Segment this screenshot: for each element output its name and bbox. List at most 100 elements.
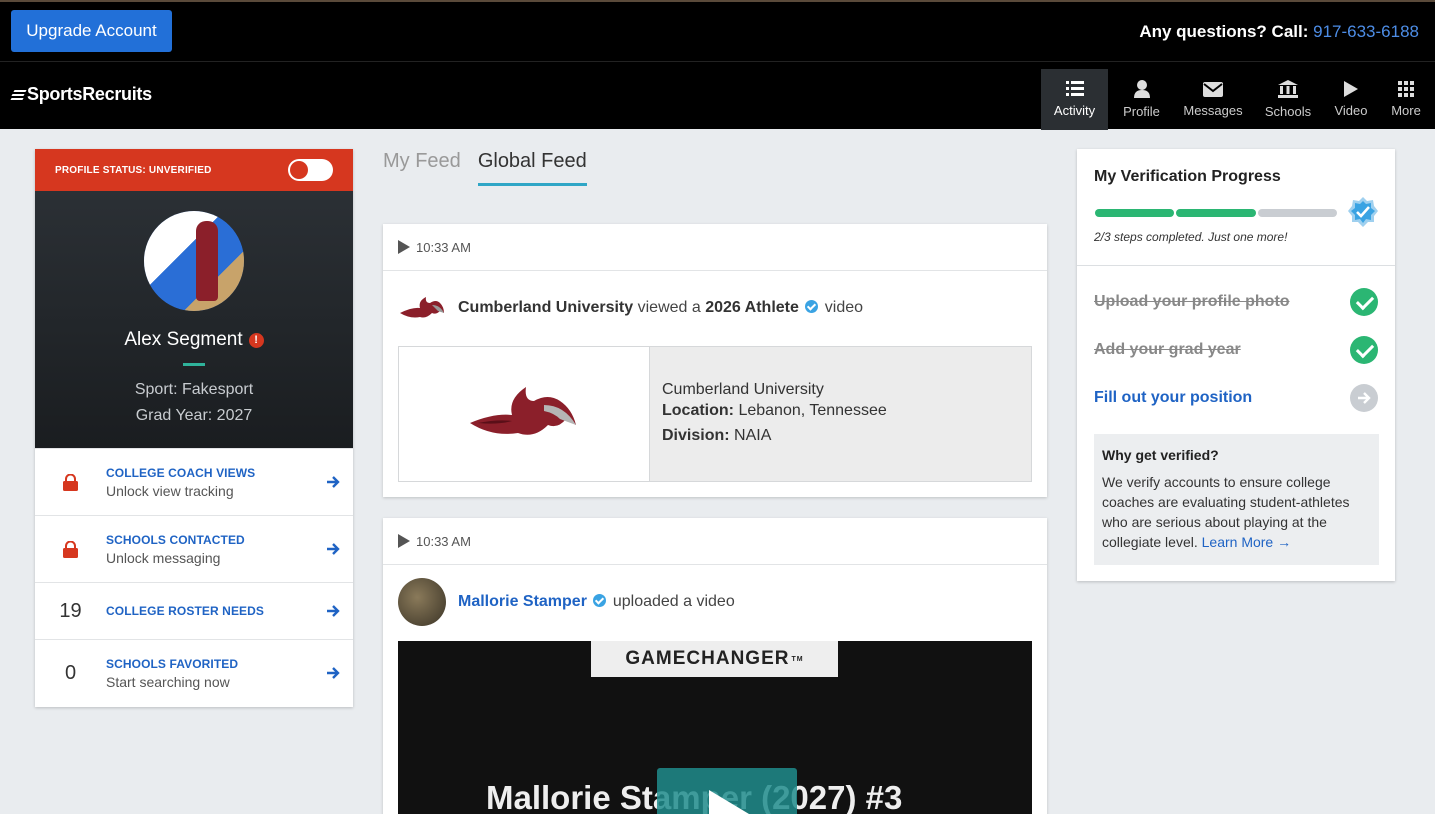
sportsrecruits-logo[interactable]: SportsRecruits [10, 84, 152, 105]
nav-label: Activity [1053, 103, 1096, 118]
main-nav: SportsRecruits Activity Profile Messages… [0, 61, 1435, 130]
tab-my-feed[interactable]: My Feed [383, 150, 461, 186]
stat-row-college-roster-needs[interactable]: 19 COLLEGE ROSTER NEEDS [35, 582, 353, 639]
arrow-right-circle-icon[interactable] [1350, 384, 1378, 412]
school-location: Location: Lebanon, Tennessee [662, 402, 887, 419]
nav-messages[interactable]: Messages [1175, 69, 1251, 130]
gamechanger-banner: GAMECHANGER TM [591, 641, 838, 677]
stat-subtitle: Start searching now [106, 673, 230, 690]
profile-status-bar: PROFILE STATUS: UNVERIFIED [35, 149, 353, 191]
nav-profile[interactable]: Profile [1108, 69, 1175, 130]
school-division: Division: NAIA [662, 427, 772, 444]
feed-timestamp: 10:33 AM [416, 533, 471, 549]
verified-badge-icon [805, 300, 819, 313]
nav-label: Messages [1183, 102, 1243, 118]
name-underline [183, 363, 205, 366]
avatar[interactable] [398, 577, 446, 626]
grid-icon [1398, 81, 1414, 97]
feed-card-header: 10:33 AM [383, 518, 1047, 565]
learn-more-link[interactable]: Learn More → [1202, 534, 1291, 550]
avatar[interactable] [144, 211, 244, 311]
questions-label: Any questions? Call: [1139, 22, 1309, 41]
brand-name: SportsRecruits [27, 84, 152, 104]
stat-row-schools-favorited[interactable]: 0 SCHOOLS FAVORITED Start searching now [35, 639, 353, 706]
feed-card: 10:33 AM Mallorie Stamper uploaded a vid… [383, 518, 1047, 814]
school-preview[interactable]: Cumberland University Location: Lebanon,… [398, 346, 1032, 482]
nav-label: More [1391, 103, 1421, 118]
profile-status-label: PROFILE STATUS: UNVERIFIED [55, 164, 212, 176]
nav-activity[interactable]: Activity [1041, 69, 1108, 130]
nav-video[interactable]: Video [1325, 69, 1377, 130]
activity-actor[interactable]: Mallorie Stamper [458, 593, 587, 610]
stat-title: COLLEGE ROSTER NEEDS [106, 604, 265, 618]
step-label: Add your grad year [1094, 341, 1241, 358]
support-contact: Any questions? Call: 917-633-6188 [1139, 22, 1419, 42]
activity-line: Cumberland University viewed a 2026 Athl… [383, 271, 1047, 345]
play-icon [398, 240, 410, 254]
profile-name-row: Alex Segment ! [35, 329, 353, 351]
progress-text: 2/3 steps completed. Just one more! [1094, 230, 1288, 244]
alert-icon[interactable]: ! [248, 332, 264, 348]
tab-global-feed[interactable]: Global Feed [477, 150, 587, 186]
person-icon [1133, 80, 1150, 98]
check-icon [1350, 336, 1378, 364]
stat-row-schools-contacted[interactable]: SCHOOLS CONTACTED Unlock messaging [35, 515, 353, 582]
why-text: We verify accounts to ensure college coa… [1102, 474, 1350, 550]
envelope-icon [1203, 81, 1223, 97]
activity-actor[interactable]: Cumberland University [458, 299, 633, 316]
step-label: Upload your profile photo [1094, 293, 1290, 310]
nav-more[interactable]: More [1377, 69, 1435, 130]
nav-label: Video [1334, 103, 1368, 118]
verification-title: My Verification Progress [1094, 168, 1281, 185]
upgrade-account-button[interactable]: Upgrade Account [11, 10, 172, 52]
stat-count: 0 [64, 661, 77, 684]
stat-subtitle: Unlock view tracking [106, 482, 234, 499]
step-fill-position[interactable]: Fill out your position [1094, 384, 1378, 412]
play-icon [398, 534, 410, 548]
divider [1077, 265, 1395, 266]
top-bar: Upgrade Account Any questions? Call: 917… [0, 0, 1435, 61]
activity-verb: viewed a [637, 299, 701, 316]
step-add-grad-year[interactable]: Add your grad year [1094, 336, 1378, 364]
step-upload-photo[interactable]: Upload your profile photo [1094, 288, 1378, 316]
nav-schools[interactable]: Schools [1251, 69, 1325, 130]
verification-card: My Verification Progress 2/3 steps compl… [1077, 149, 1395, 581]
activity-suffix: video [824, 299, 864, 316]
step-label[interactable]: Fill out your position [1094, 389, 1252, 407]
stat-title: SCHOOLS CONTACTED [106, 532, 245, 547]
feed-card: 10:33 AM Cumberland University viewed a … [383, 224, 1047, 497]
verification-progress-bar [1095, 209, 1337, 217]
hawk-logo-icon [400, 297, 444, 318]
activity-object: 2026 Athlete [705, 299, 799, 316]
school-name: Cumberland University [662, 381, 824, 398]
logo-mark-icon [10, 88, 27, 102]
verified-badge-icon [593, 593, 607, 607]
video-play-button[interactable] [657, 768, 797, 814]
profile-status-toggle[interactable] [288, 159, 333, 181]
profile-hero: Alex Segment ! Sport: Fakesport Grad Yea… [35, 191, 353, 448]
arrow-right-icon [327, 667, 340, 679]
feed-card-header: 10:33 AM [383, 224, 1047, 271]
progress-segment [1257, 209, 1337, 217]
building-icon [1278, 80, 1298, 98]
stat-count: 19 [59, 599, 82, 622]
nav-label: Schools [1264, 104, 1312, 119]
feed-tabs: My Feed Global Feed [383, 150, 587, 186]
phone-link[interactable]: 917-633-6188 [1313, 22, 1419, 41]
verified-seal-icon [1348, 197, 1378, 227]
video-player[interactable]: GAMECHANGERTM Mallorie Stamper (2027) #3 [398, 641, 1032, 814]
school-info: Cumberland University Location: Lebanon,… [650, 347, 1031, 481]
profile-name: Alex Segment [124, 329, 243, 350]
progress-segment [1176, 209, 1256, 217]
arrow-right-icon [327, 605, 340, 617]
check-icon [1350, 288, 1378, 316]
school-logo [399, 347, 650, 481]
stat-title: SCHOOLS FAVORITED [106, 656, 239, 671]
stat-subtitle: Unlock messaging [106, 549, 221, 566]
profile-sport: Sport: Fakesport [134, 381, 254, 398]
profile-card: PROFILE STATUS: UNVERIFIED Alex Segment … [35, 149, 353, 707]
stat-row-college-coach-views[interactable]: COLLEGE COACH VIEWS Unlock view tracking [35, 448, 353, 515]
why-title: Why get verified? [1102, 447, 1219, 463]
why-verify-box: Why get verified? We verify accounts to … [1094, 434, 1379, 565]
arrow-right-icon [327, 476, 340, 488]
